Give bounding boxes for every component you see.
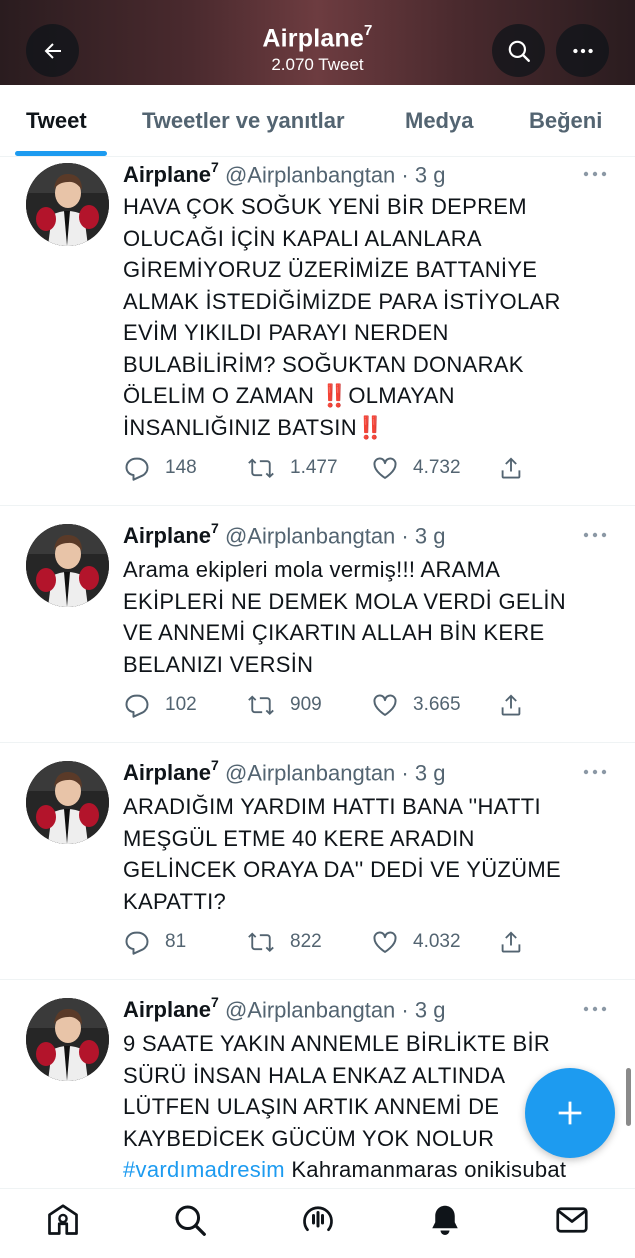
- tweet-text: Arama ekipleri mola vermiş!!! ARAMA EKİP…: [123, 557, 566, 677]
- nav-spaces[interactable]: [298, 1200, 338, 1240]
- profile-header: Airplane7 2.070 Tweet: [0, 0, 635, 85]
- profile-tabs: Tweet Tweetler ve yanıtlar Medya Beğeni: [0, 85, 635, 157]
- share-button[interactable]: [497, 454, 525, 482]
- share-button[interactable]: [497, 928, 525, 956]
- heart-icon: [373, 457, 397, 479]
- tweet-actions: 81 822 4.032: [123, 928, 543, 958]
- display-name[interactable]: Airplane7: [123, 757, 219, 785]
- messages-icon: [556, 1207, 588, 1233]
- hashtag-link[interactable]: #vardımadresim: [123, 1157, 285, 1182]
- like-button[interactable]: 4.732: [371, 454, 461, 482]
- tweet-actions: 102 909 3.665: [123, 691, 543, 721]
- tweet-header: Airplane7 @Airplanbangtan · 3 g: [123, 757, 446, 786]
- double-exclamation-emoji: ‼️: [320, 383, 349, 408]
- tab-media[interactable]: Medya: [405, 108, 473, 134]
- like-button[interactable]: 4.032: [371, 928, 461, 956]
- notifications-icon: [432, 1205, 458, 1235]
- scrollbar[interactable]: [626, 1068, 631, 1126]
- like-button[interactable]: 3.665: [371, 691, 461, 719]
- search-icon: [508, 40, 530, 62]
- display-name[interactable]: Airplane7: [123, 520, 219, 548]
- retweet-button[interactable]: 822: [246, 928, 322, 956]
- reply-button[interactable]: 102: [123, 691, 197, 719]
- reply-icon: [125, 457, 149, 481]
- heart-icon: [373, 931, 397, 953]
- handle-time: @Airplanbangtan · 3 g: [224, 997, 446, 1023]
- nav-home[interactable]: [43, 1200, 83, 1240]
- search-button[interactable]: [492, 24, 545, 77]
- tweet-more-icon[interactable]: [582, 1004, 608, 1014]
- nav-notifications[interactable]: [425, 1200, 465, 1240]
- avatar[interactable]: [26, 524, 109, 607]
- more-button[interactable]: [556, 24, 609, 77]
- tweet-header: Airplane7 @Airplanbangtan · 3 g: [123, 159, 446, 188]
- tweet-header: Airplane7 @Airplanbangtan · 3 g: [123, 994, 446, 1023]
- share-icon: [501, 931, 521, 953]
- handle-time: @Airplanbangtan · 3 g: [224, 760, 446, 786]
- avatar-photo: [26, 998, 109, 1081]
- reply-button[interactable]: 148: [123, 454, 197, 482]
- home-icon: [48, 1204, 78, 1235]
- tab-likes[interactable]: Beğeni: [529, 108, 602, 134]
- search-icon: [175, 1205, 206, 1236]
- share-button[interactable]: [497, 691, 525, 719]
- heart-icon: [373, 694, 397, 716]
- avatar[interactable]: [26, 761, 109, 844]
- tweet-more-icon[interactable]: [582, 530, 608, 540]
- compose-tweet-button[interactable]: [525, 1068, 615, 1158]
- tab-tweets[interactable]: Tweet: [26, 108, 87, 134]
- tweet[interactable]: Airplane7 @Airplanbangtan · 3 g HAVA ÇOK…: [0, 157, 635, 506]
- avatar-photo: [26, 761, 109, 844]
- tweet-more-icon[interactable]: [582, 767, 608, 777]
- display-name[interactable]: Airplane7: [123, 159, 219, 187]
- tab-tweets-replies[interactable]: Tweetler ve yanıtlar: [142, 108, 345, 134]
- avatar[interactable]: [26, 163, 109, 246]
- nav-search[interactable]: [170, 1200, 210, 1240]
- tweet-actions: 148 1.477 4.732: [123, 454, 543, 484]
- handle-time: @Airplanbangtan · 3 g: [224, 162, 446, 188]
- double-exclamation-emoji: ‼️: [356, 414, 385, 440]
- spaces-icon: [303, 1206, 333, 1232]
- avatar-photo: [26, 524, 109, 607]
- tweet-header: Airplane7 @Airplanbangtan · 3 g: [123, 520, 446, 549]
- tweet-text: HAVA ÇOK SOĞUK YENİ BİR DEPREM OLUCAĞI İ…: [123, 194, 561, 440]
- tweet[interactable]: Airplane7 @Airplanbangtan · 3 g Arama ek…: [0, 506, 635, 743]
- nav-messages[interactable]: [552, 1200, 592, 1240]
- reply-icon: [125, 694, 149, 718]
- more-icon: [572, 48, 593, 53]
- display-name[interactable]: Airplane7: [123, 994, 219, 1022]
- tweet[interactable]: Airplane7 @Airplanbangtan · 3 g ARADIĞIM…: [0, 743, 635, 980]
- tweet-more-icon[interactable]: [582, 169, 608, 179]
- retweet-icon: [248, 458, 274, 479]
- retweet-button[interactable]: 1.477: [246, 454, 338, 482]
- avatar-photo: [26, 163, 109, 246]
- retweet-icon: [248, 932, 274, 953]
- retweet-button[interactable]: 909: [246, 691, 322, 719]
- reply-button[interactable]: 81: [123, 928, 186, 956]
- retweet-icon: [248, 695, 274, 716]
- avatar[interactable]: [26, 998, 109, 1081]
- reply-icon: [125, 931, 149, 955]
- bottom-nav: [0, 1188, 635, 1258]
- tweet-text: ARADIĞIM YARDIM HATTI BANA ''HATTI MEŞGÜ…: [123, 794, 561, 914]
- tweet-feed: Airplane7 @Airplanbangtan · 3 g HAVA ÇOK…: [0, 157, 635, 1190]
- handle-time: @Airplanbangtan · 3 g: [224, 523, 446, 549]
- share-icon: [501, 694, 521, 716]
- share-icon: [501, 457, 521, 479]
- active-tab-indicator: [15, 151, 107, 156]
- plus-icon: [558, 1101, 582, 1125]
